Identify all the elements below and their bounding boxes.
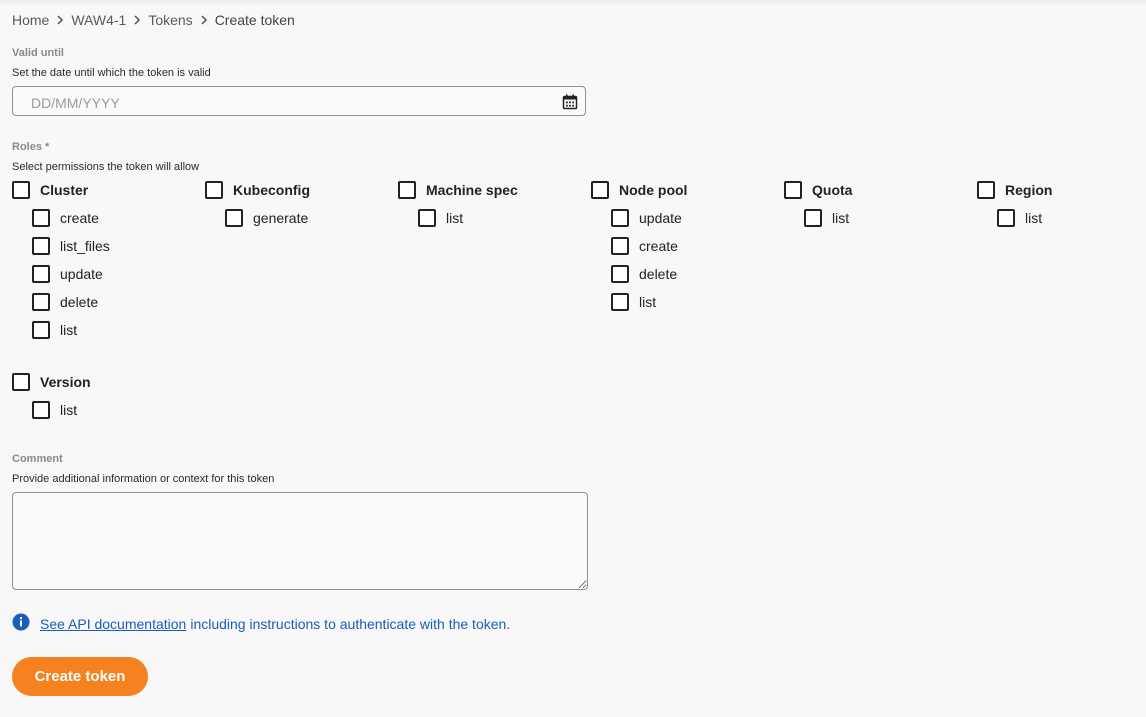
role-group-node-pool[interactable]: Node pool [591,180,687,200]
calendar-icon[interactable] [562,94,578,110]
permission-label: update [60,266,103,282]
valid-until-label: Valid until [12,47,64,59]
permission-label: create [639,238,678,254]
checkbox[interactable] [418,209,436,227]
roles-help: Select permissions the token will allow [12,161,200,173]
roles-label: Roles * [12,141,50,153]
role-group-quota[interactable]: Quota [784,180,852,200]
permission-cluster-list[interactable]: list [32,320,77,340]
checkbox[interactable] [205,181,223,199]
role-group-label: Region [1005,182,1053,198]
permission-region-list[interactable]: list [997,208,1042,228]
permission-version-list[interactable]: list [32,400,77,420]
checkbox[interactable] [611,209,629,227]
permission-label: list [60,402,78,418]
checkbox[interactable] [32,401,50,419]
role-group-kubeconfig[interactable]: Kubeconfig [205,180,310,200]
role-group-machine-spec[interactable]: Machine spec [398,180,518,200]
checkbox[interactable] [225,209,243,227]
info-icon [12,613,30,634]
permission-label: list [1025,210,1043,226]
permission-label: delete [639,266,678,282]
checkbox[interactable] [32,237,50,255]
permission-label: update [639,210,682,226]
permission-label: generate [253,210,309,226]
checkbox[interactable] [804,209,822,227]
permission-cluster-create[interactable]: create [32,208,99,228]
api-info-text: including instructions to authenticate w… [190,615,511,632]
role-group-label: Quota [812,182,853,198]
permission-node-pool-list[interactable]: list [611,292,656,312]
checkbox[interactable] [591,181,609,199]
chevron-right-icon [126,15,148,25]
permission-node-pool-update[interactable]: update [611,208,682,228]
checkbox[interactable] [784,181,802,199]
comment-label: Comment [12,453,63,465]
breadcrumb-tokens[interactable]: Tokens [148,12,192,28]
api-documentation-link[interactable]: See API documentation [40,616,186,632]
checkbox[interactable] [997,209,1015,227]
permission-label: list [639,294,657,310]
permission-machine-spec-list[interactable]: list [418,208,463,228]
valid-until-field [12,86,586,116]
permission-label: create [60,210,99,226]
checkbox[interactable] [611,265,629,283]
checkbox[interactable] [611,293,629,311]
role-group-version[interactable]: Version [12,372,91,392]
role-group-label: Machine spec [426,182,518,198]
valid-until-input[interactable] [29,93,553,113]
breadcrumb-region[interactable]: WAW4-1 [71,12,126,28]
create-token-button[interactable]: Create token [12,657,148,696]
permission-node-pool-delete[interactable]: delete [611,264,677,284]
checkbox[interactable] [611,237,629,255]
permission-node-pool-create[interactable]: create [611,236,678,256]
role-group-label: Node pool [619,182,688,198]
permission-label: list [832,210,850,226]
breadcrumb-home[interactable]: Home [12,12,49,28]
permission-label: list_files [60,238,110,254]
checkbox[interactable] [398,181,416,199]
comment-help: Provide additional information or contex… [12,473,275,485]
checkbox[interactable] [32,265,50,283]
role-group-label: Kubeconfig [233,182,310,198]
chevron-right-icon [193,15,215,25]
permission-quota-list[interactable]: list [804,208,849,228]
checkbox[interactable] [977,181,995,199]
checkbox[interactable] [32,293,50,311]
role-group-region[interactable]: Region [977,180,1052,200]
permission-label: list [60,322,78,338]
checkbox[interactable] [12,181,30,199]
checkbox[interactable] [12,373,30,391]
permission-label: list [446,210,464,226]
valid-until-help: Set the date until which the token is va… [12,67,211,79]
role-group-label: Cluster [40,182,89,198]
api-info: See API documentation including instruct… [12,613,510,634]
permission-label: delete [60,294,99,310]
role-group-cluster[interactable]: Cluster [12,180,88,200]
permission-cluster-list-files[interactable]: list_files [32,236,110,256]
checkbox[interactable] [32,209,50,227]
top-shadow [0,0,1146,6]
comment-textarea[interactable] [12,492,588,590]
checkbox[interactable] [32,321,50,339]
breadcrumb: Home WAW4-1 Tokens Create token [12,12,295,28]
permission-cluster-update[interactable]: update [32,264,103,284]
breadcrumb-current: Create token [214,12,295,28]
chevron-right-icon [49,15,71,25]
permission-cluster-delete[interactable]: delete [32,292,98,312]
role-group-label: Version [40,374,91,390]
permission-kubeconfig-generate[interactable]: generate [225,208,308,228]
